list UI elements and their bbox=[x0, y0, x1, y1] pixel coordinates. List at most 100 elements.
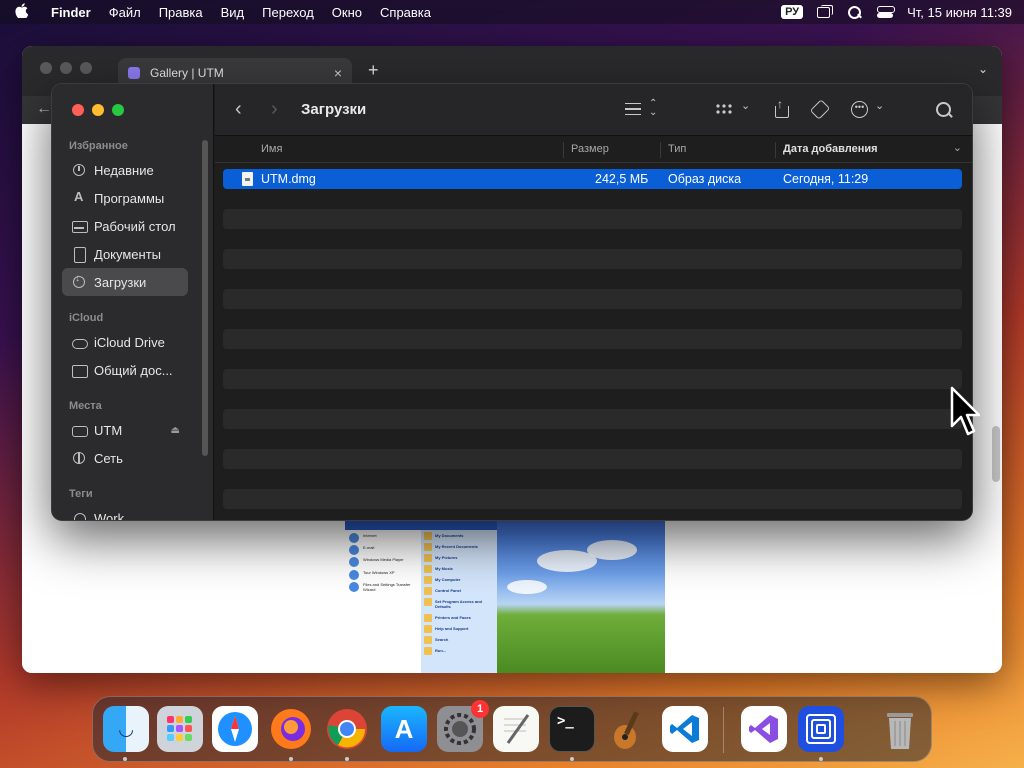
file-name: UTM.dmg bbox=[261, 172, 316, 186]
sidebar-item-downloads[interactable]: Загрузки bbox=[62, 268, 188, 296]
xp-menu-entry: E-mail bbox=[345, 542, 421, 556]
menu-window[interactable]: Окно bbox=[323, 5, 371, 20]
mouse-pointer-icon bbox=[950, 386, 980, 436]
sidebar-item-desktop[interactable]: Рабочий стол bbox=[62, 212, 188, 240]
utm-dock-icon[interactable] bbox=[798, 706, 844, 752]
column-kind[interactable]: Тип bbox=[668, 143, 686, 155]
column-name[interactable]: Имя bbox=[261, 143, 282, 155]
xp-menu-entry: Printers and Faxes bbox=[421, 612, 497, 623]
tag-toolbar-icon[interactable] bbox=[811, 101, 829, 119]
sidebar-item-documents[interactable]: Документы bbox=[62, 240, 188, 268]
menu-edit[interactable]: Правка bbox=[150, 5, 212, 20]
finder-dock-icon[interactable]: ◡ bbox=[103, 706, 149, 752]
minimize-window-button[interactable] bbox=[92, 104, 104, 116]
cloud-icon bbox=[72, 335, 88, 349]
browser-zoom-dot[interactable] bbox=[80, 62, 92, 74]
window-switcher-icon[interactable] bbox=[817, 5, 834, 19]
input-source-badge[interactable]: РУ bbox=[781, 5, 804, 19]
garageband-dock-icon[interactable] bbox=[606, 706, 652, 752]
browser-tab-title: Gallery | UTM bbox=[150, 66, 224, 80]
xp-menu-entry: Files and Settings Transfer Wizard bbox=[345, 579, 421, 596]
search-icon[interactable] bbox=[935, 101, 953, 119]
notification-badge: 1 bbox=[471, 700, 489, 718]
sidebar-item-label: Сеть bbox=[94, 450, 123, 466]
vscode-dock-icon[interactable] bbox=[662, 706, 708, 752]
sidebar-item-network[interactable]: Сеть bbox=[62, 444, 188, 472]
desktop-icon bbox=[72, 219, 88, 233]
back-chevron-icon[interactable]: ‹ bbox=[235, 98, 242, 121]
file-row-utm-dmg[interactable]: UTM.dmg 242,5 МБ Образ диска Сегодня, 11… bbox=[223, 169, 962, 189]
xp-menu-entry: My Pictures bbox=[421, 552, 497, 563]
safari-dock-icon[interactable] bbox=[212, 706, 258, 752]
sort-chevron-down-icon[interactable]: ⌄ bbox=[953, 141, 962, 154]
finder-face-icon: ◡ bbox=[119, 718, 133, 739]
browser-scrollbar[interactable] bbox=[992, 426, 1000, 482]
file-size: 242,5 МБ bbox=[595, 172, 649, 186]
menu-app-name[interactable]: Finder bbox=[42, 5, 100, 20]
visual-studio-dock-icon[interactable] bbox=[741, 706, 787, 752]
sidebar-item-icloud-drive[interactable]: iCloud Drive bbox=[62, 328, 188, 356]
menu-clock[interactable]: Чт, 15 июня 11:39 bbox=[907, 5, 1012, 20]
finder-sidebar: Избранное Недавние Программы Рабочий сто… bbox=[52, 84, 214, 520]
browser-back-icon[interactable]: ← bbox=[36, 100, 52, 118]
spotlight-search-icon[interactable] bbox=[847, 5, 863, 19]
forward-chevron-icon[interactable]: › bbox=[271, 98, 278, 121]
chrome-dock-icon[interactable] bbox=[324, 706, 370, 752]
system-settings-dock-icon[interactable]: 1 bbox=[437, 700, 489, 752]
menu-bar: Finder Файл Правка Вид Переход Окно Спра… bbox=[0, 0, 1024, 24]
sidebar-item-label: Программы bbox=[94, 190, 165, 206]
launchpad-dock-icon[interactable] bbox=[157, 706, 203, 752]
sidebar-item-shared[interactable]: Общий дос... bbox=[62, 356, 188, 384]
column-divider[interactable] bbox=[660, 142, 661, 158]
sidebar-section-locations: Места bbox=[69, 400, 102, 412]
ellipsis-circle-icon: ••• bbox=[851, 101, 868, 118]
sidebar-item-applications[interactable]: Программы bbox=[62, 184, 188, 212]
menu-help[interactable]: Справка bbox=[371, 5, 440, 20]
menu-file[interactable]: Файл bbox=[100, 5, 150, 20]
menu-view[interactable]: Вид bbox=[212, 5, 254, 20]
close-window-button[interactable] bbox=[72, 104, 84, 116]
browser-close-dot[interactable] bbox=[40, 62, 52, 74]
sidebar-item-utm-volume[interactable]: UTM ⏏ bbox=[62, 416, 188, 444]
new-tab-icon[interactable]: + bbox=[368, 60, 379, 81]
textedit-pen-icon bbox=[504, 714, 530, 744]
sidebar-section-favorites: Избранное bbox=[69, 140, 128, 152]
tab-list-chevron-icon[interactable]: ⌄ bbox=[978, 62, 988, 76]
list-lines bbox=[625, 103, 641, 115]
more-actions-icon[interactable]: ••• ⌄ bbox=[851, 100, 887, 119]
menu-go[interactable]: Переход bbox=[253, 5, 323, 20]
grid-dots bbox=[715, 103, 733, 115]
column-divider[interactable] bbox=[563, 142, 564, 158]
visual-studio-logo-icon bbox=[749, 715, 778, 743]
browser-minimize-dot[interactable] bbox=[60, 62, 72, 74]
group-grid-icon[interactable]: ⌄ bbox=[715, 100, 753, 119]
control-center-icon[interactable] bbox=[877, 5, 896, 19]
sidebar-section-tags: Теги bbox=[69, 488, 93, 500]
terminal-dock-icon[interactable]: >_ bbox=[549, 706, 595, 752]
empty-row bbox=[223, 369, 962, 389]
sidebar-item-label: iCloud Drive bbox=[94, 334, 165, 350]
column-size[interactable]: Размер bbox=[571, 143, 609, 155]
sidebar-item-recents[interactable]: Недавние bbox=[62, 156, 188, 184]
xp-menu-entry: My Recent Documents bbox=[421, 541, 497, 552]
finder-toolbar: ‹ › Загрузки ⌃⌄ ⌄ ••• ⌄ bbox=[215, 84, 972, 136]
sidebar-scrollbar[interactable] bbox=[202, 140, 208, 456]
zoom-window-button[interactable] bbox=[112, 104, 124, 116]
close-tab-icon[interactable]: × bbox=[334, 65, 342, 81]
sidebar-item-tag-work[interactable]: Work bbox=[62, 504, 188, 520]
empty-row bbox=[223, 309, 962, 329]
list-view-icon[interactable]: ⌃ ⌄ bbox=[625, 99, 659, 119]
downloads-icon bbox=[72, 273, 86, 289]
apple-logo-icon[interactable] bbox=[0, 2, 42, 22]
trash-dock-icon[interactable] bbox=[877, 706, 923, 752]
app-store-dock-icon[interactable]: A bbox=[381, 706, 427, 752]
column-divider[interactable] bbox=[775, 142, 776, 158]
share-icon[interactable] bbox=[773, 97, 791, 119]
firefox-dock-icon[interactable] bbox=[268, 706, 314, 752]
eject-icon[interactable]: ⏏ bbox=[171, 425, 180, 436]
windows-xp-screenshot: Internet E-mail Windows Media Player Tou… bbox=[345, 520, 665, 673]
column-date-added[interactable]: Дата добавления bbox=[783, 143, 878, 155]
empty-row bbox=[223, 389, 962, 409]
textedit-dock-icon[interactable] bbox=[493, 706, 539, 752]
xp-bliss-wallpaper bbox=[497, 520, 665, 673]
